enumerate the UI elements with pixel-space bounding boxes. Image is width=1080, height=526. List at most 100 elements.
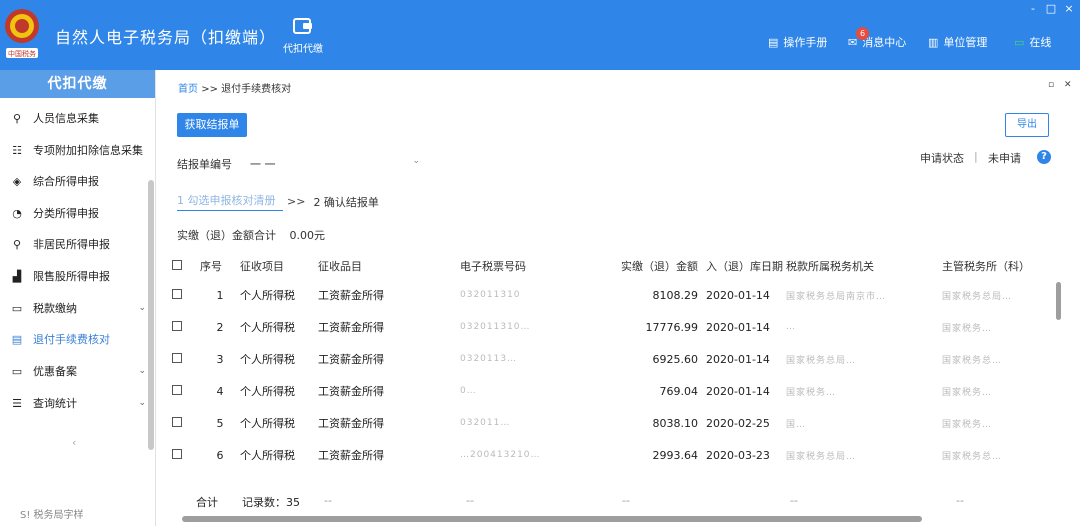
message-center-button[interactable]: ✉ 6 消息中心: [848, 26, 906, 50]
unit-management-button[interactable]: ▥ 单位管理: [928, 34, 987, 50]
online-status[interactable]: ▭ 在线: [1014, 34, 1051, 50]
minimize-button[interactable]: -: [1026, 2, 1040, 15]
cell-amount: 8038.10: [652, 416, 699, 430]
cell-office: 国家税务总局…: [942, 291, 1013, 302]
list-icon: ☷: [12, 143, 22, 157]
sidebar-item-tax-payment[interactable]: ▭ 税款缴纳 ⌄: [0, 298, 150, 318]
cell-ticket: 032011310…: [460, 322, 531, 332]
sidebar-item-restricted-shares[interactable]: ▟ 限售股所得申报: [0, 266, 150, 286]
table-vertical-scrollbar[interactable]: [1056, 282, 1061, 320]
sidebar-scrollbar[interactable]: [148, 180, 154, 450]
cell-date: 2020-03-23: [706, 448, 770, 462]
table-row[interactable]: 3 个人所得税 工资薪金所得 0320113… 6925.60 2020-01-14 国家税…: [172, 343, 1072, 375]
mail-icon: ✉ 6: [848, 26, 869, 49]
sidebar-item-classified-income[interactable]: ◔ 分类所得申报: [0, 203, 150, 223]
sidebar-item-fee-refund-check[interactable]: ▤ 退付手续费核对: [0, 329, 150, 349]
sidebar-item-person-info[interactable]: ⚲ 人员信息采集: [0, 108, 150, 128]
cell-amount: 6925.60: [652, 352, 699, 366]
cell-office: 国家税务总…: [942, 451, 1003, 462]
table-row[interactable]: 1 个人所得税 工资薪金所得 032011310 8108.29 2020-01-14 国家…: [172, 279, 1072, 311]
main-content: 首页 >> 退付手续费核对 ▫ ✕ 获取结报单 导出 结报单编号 一 一 ⌄ 申…: [160, 70, 1080, 526]
cell-sub: 工资薪金所得: [318, 321, 384, 334]
breadcrumb-current: 退付手续费核对: [221, 84, 292, 95]
export-button[interactable]: 导出: [1005, 113, 1049, 137]
folder-icon: ▭: [11, 301, 23, 315]
report-number-select[interactable]: 一 一 ⌄: [250, 156, 420, 172]
cell-org: …: [786, 322, 796, 332]
maximize-button[interactable]: □: [1044, 2, 1058, 15]
bar-chart-icon: ▟: [12, 269, 22, 283]
chevron-down-icon: ⌄: [138, 366, 146, 376]
get-report-button[interactable]: 获取结报单: [177, 113, 247, 137]
sidebar-item-comprehensive-income[interactable]: ◈ 综合所得申报: [0, 171, 150, 191]
cell-office: 国家税务总…: [942, 355, 1003, 366]
select-all-checkbox[interactable]: [172, 259, 182, 270]
manual-button[interactable]: ▤ 操作手册: [768, 34, 827, 50]
nav-withholding-label: 代扣代缴: [283, 44, 323, 55]
sidebar-item-special-deduction[interactable]: ☷ 专项附加扣除信息采集: [0, 140, 150, 160]
horizontal-scrollbar-thumb[interactable]: [182, 516, 922, 522]
cell-org: 国家税务…: [786, 387, 837, 398]
sidebar-item-query-stats[interactable]: ☰ 查询统计 ⌄: [0, 393, 150, 413]
table-row[interactable]: 4 个人所得税 工资薪金所得 0… 769.04 2020-01-14 国家税务… 国家税务…: [172, 375, 1072, 407]
tax-emblem-logo: 中国税务: [2, 2, 42, 64]
cell-no: 5: [216, 416, 224, 430]
record-count: 记录数：35: [242, 496, 300, 509]
status-divider: |: [974, 150, 978, 163]
total-amount: 实缴（退）金额合计 0.00元: [177, 229, 325, 242]
step-indicator: 1 勾选申报核对清册 >> 2 确认结报单: [177, 192, 379, 211]
step-1[interactable]: 1 勾选申报核对清册: [177, 192, 283, 211]
cell-no: 3: [216, 352, 224, 366]
cell-sub: 工资薪金所得: [318, 449, 384, 462]
sidebar: 代扣代缴 ⚲ 人员信息采集 ☷ 专项附加扣除信息采集 ◈ 综合所得申报 ◔ 分类…: [0, 70, 156, 526]
table-row[interactable]: 2 个人所得税 工资薪金所得 032011310… 17776.99 2020-01-14…: [172, 311, 1072, 343]
panel-restore-icon[interactable]: ▫: [1048, 80, 1054, 90]
pie-icon: ◔: [12, 206, 22, 220]
apply-status-label: 申请状态: [920, 152, 964, 165]
person-icon: ⚲: [12, 111, 22, 125]
step-2[interactable]: 2 确认结报单: [313, 194, 379, 210]
cell-item: 个人所得税: [240, 321, 295, 334]
row-checkbox[interactable]: [172, 352, 182, 363]
table-row[interactable]: 6 个人所得税 工资薪金所得 …200413210… 2993.64 2020-03-23…: [172, 439, 1072, 471]
footer-logo: S! 税务局字样: [20, 510, 84, 521]
panel-close-icon[interactable]: ✕: [1064, 80, 1072, 90]
sidebar-item-preferential-filing[interactable]: ▭ 优惠备案 ⌄: [0, 361, 150, 381]
col-header-no: 序号: [200, 260, 222, 273]
cell-item: 个人所得税: [240, 289, 295, 302]
cell-sub: 工资薪金所得: [318, 417, 384, 430]
row-checkbox[interactable]: [172, 320, 182, 331]
cell-ticket: 032011…: [460, 418, 511, 428]
refund-table: 序号 征收项目 征收品目 电子税票号码 实缴（退）金额 入（退）库日期 税款所属…: [172, 253, 1072, 471]
wallet-icon: [293, 18, 312, 34]
close-button[interactable]: ×: [1062, 2, 1076, 15]
row-checkbox[interactable]: [172, 448, 182, 459]
sidebar-collapse-button[interactable]: ‹: [72, 436, 76, 449]
table-row[interactable]: 5 个人所得税 工资薪金所得 032011… 8038.10 2020-02-25 国… 国家…: [172, 407, 1072, 439]
cell-no: 2: [216, 320, 224, 334]
row-checkbox[interactable]: [172, 384, 182, 395]
row-checkbox[interactable]: [172, 288, 182, 299]
row-checkbox[interactable]: [172, 416, 182, 427]
table-header-row: 序号 征收项目 征收品目 电子税票号码 实缴（退）金额 入（退）库日期 税款所属…: [172, 253, 1072, 279]
cell-ticket: 032011310: [460, 290, 521, 300]
sidebar-title: 代扣代缴: [0, 70, 155, 98]
document-icon: ▤: [11, 332, 23, 346]
col-header-org: 税款所属税务机关: [786, 260, 874, 273]
cell-org: 国…: [786, 419, 807, 430]
col-header-ticket: 电子税票号码: [460, 260, 526, 273]
horizontal-scrollbar[interactable]: [172, 516, 1072, 522]
sidebar-item-nonresident-income[interactable]: ⚲ 非居民所得申报: [0, 234, 150, 254]
help-icon[interactable]: ?: [1037, 150, 1051, 164]
cell-office: 国家税务…: [942, 387, 993, 398]
nav-withholding[interactable]: 代扣代缴: [278, 16, 328, 55]
summary-label: 合计: [196, 496, 218, 509]
col-header-item: 征收项目: [240, 260, 284, 273]
cell-amount: 8108.29: [652, 288, 699, 302]
col-header-office: 主管税务所（科）: [942, 260, 1030, 273]
message-badge: 6: [856, 26, 869, 40]
chevron-down-icon: ⌄: [138, 303, 146, 313]
breadcrumb-home[interactable]: 首页: [178, 84, 198, 95]
cell-amount: 769.04: [659, 384, 699, 398]
cell-org: 国家税务总局南京市…: [786, 291, 887, 302]
